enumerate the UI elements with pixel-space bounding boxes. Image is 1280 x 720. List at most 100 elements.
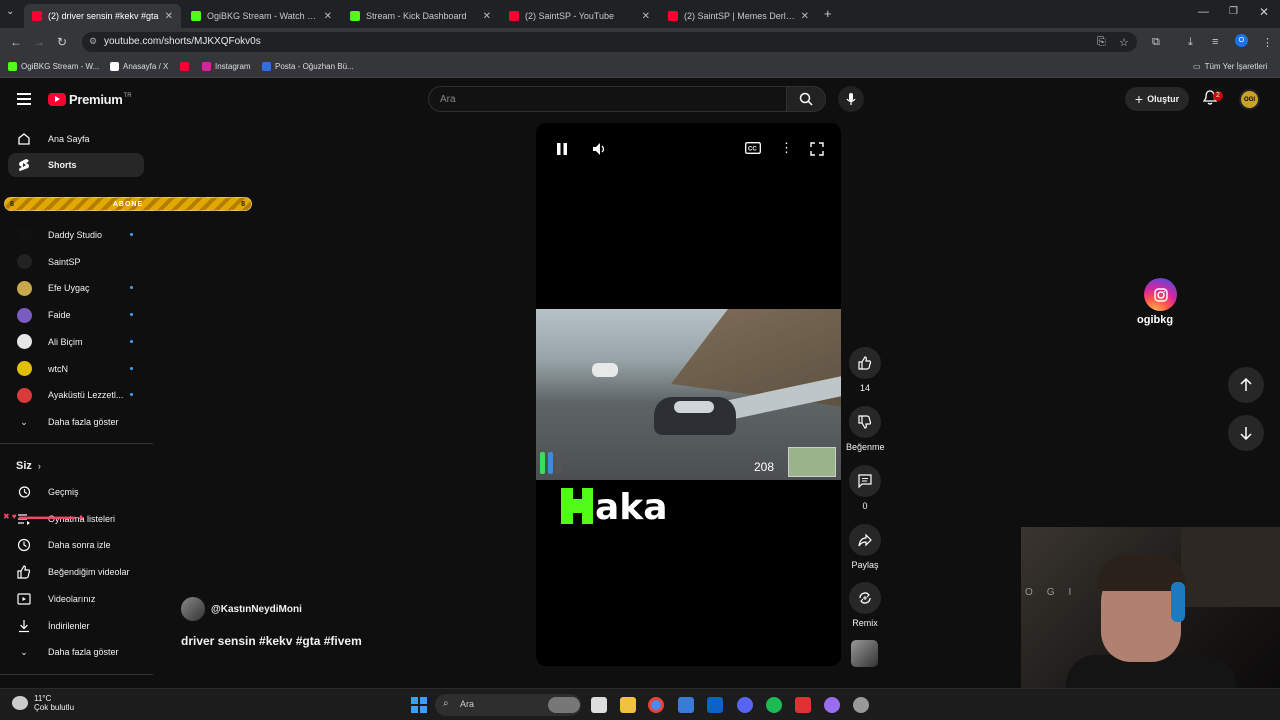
minimize-icon[interactable]: —: [1198, 6, 1209, 18]
sidebar-item-shorts[interactable]: Shorts: [8, 153, 144, 177]
sidebar-item-you[interactable]: Videolarınız: [8, 587, 144, 611]
search-highlight-icon[interactable]: [548, 697, 580, 713]
you-section-header[interactable]: Siz ›: [16, 460, 41, 472]
close-tab-icon[interactable]: ✕: [165, 11, 173, 22]
profile-icon[interactable]: O: [1235, 34, 1248, 47]
restore-icon[interactable]: ❐: [1229, 6, 1238, 17]
bookmark-star-icon[interactable]: ☆: [1119, 36, 1129, 49]
sidebar-subscription[interactable]: Ali Biçim: [8, 330, 144, 354]
reload-icon[interactable]: ↻: [57, 35, 67, 49]
bookmark-item[interactable]: [180, 62, 193, 71]
windows-start-icon[interactable]: [411, 697, 427, 713]
extensions-icon[interactable]: ⧉: [1152, 36, 1160, 49]
sidebar-item-you[interactable]: Beğendiğim videolar: [8, 560, 144, 584]
more-options-icon[interactable]: ⋮: [780, 140, 793, 156]
channel-avatar[interactable]: [181, 597, 205, 621]
browser-tab[interactable]: OgiBKG Stream - Watch Live on ✕: [183, 4, 340, 28]
sidebar-subscription[interactable]: Faide: [8, 303, 144, 327]
search-input[interactable]: Ara: [428, 86, 786, 112]
like-button[interactable]: 14: [846, 347, 884, 393]
short-title[interactable]: driver sensin #kekv #gta #fivem: [181, 634, 362, 648]
sidebar-item-you[interactable]: Geçmiş: [8, 480, 144, 504]
bookmark-item[interactable]: Anasayfa / X: [110, 62, 168, 71]
browser-menu-icon[interactable]: ⋮: [1262, 36, 1273, 49]
tab-search-icon[interactable]: ⌄: [6, 6, 14, 17]
browser-tab[interactable]: (2) driver sensin #kekv #gta ✕: [24, 4, 181, 28]
store-icon[interactable]: [678, 697, 694, 713]
kick-logo-icon: [561, 488, 593, 524]
sidebar-item-you[interactable]: İndirilenler: [8, 614, 144, 638]
sidebar-subscription[interactable]: Ayaküstü Lezzetl...: [8, 383, 144, 407]
obs-icon[interactable]: [824, 697, 840, 713]
voice-search-button[interactable]: [838, 86, 864, 112]
sidebar-item-home[interactable]: Ana Sayfa: [8, 127, 144, 151]
sidebar-subscription[interactable]: SaintSP: [8, 250, 144, 274]
spotify-icon[interactable]: [766, 697, 782, 713]
next-short-button[interactable]: [1228, 415, 1264, 451]
search-button[interactable]: [786, 86, 826, 112]
browser-tab[interactable]: Stream - Kick Dashboard ✕: [342, 4, 499, 28]
all-bookmarks[interactable]: ▭ Tüm Yer İşaretleri: [1193, 62, 1267, 71]
back-icon[interactable]: ←: [10, 35, 22, 49]
volume-icon[interactable]: [592, 142, 608, 156]
bookmark-item[interactable]: Instagram: [202, 62, 251, 71]
outlook-icon[interactable]: [707, 697, 723, 713]
site-info-icon[interactable]: ⚙: [89, 36, 97, 47]
previous-short-button[interactable]: [1228, 367, 1264, 403]
hamburger-menu-icon[interactable]: [17, 93, 31, 105]
channel-handle[interactable]: @KastınNeydiMoni: [211, 604, 302, 615]
home-icon: [16, 131, 32, 147]
bookmark-favicon-icon: [262, 62, 271, 71]
channel-avatar: [16, 227, 32, 243]
media-app-icon[interactable]: [795, 697, 811, 713]
forward-icon[interactable]: →: [33, 35, 45, 49]
close-tab-icon[interactable]: ✕: [642, 11, 650, 22]
remix-button[interactable]: Remix: [846, 582, 884, 628]
url-text: youtube.com/shorts/MJKXQFokv0s: [104, 36, 261, 47]
close-tab-icon[interactable]: ✕: [483, 11, 491, 22]
captions-icon[interactable]: CC: [745, 142, 761, 154]
sidebar-show-more-you[interactable]: ⌄ Daha fazla göster: [8, 640, 144, 664]
close-tab-icon[interactable]: ✕: [801, 11, 809, 22]
install-app-icon[interactable]: ⎘: [1097, 36, 1106, 49]
share-button[interactable]: Paylaş: [846, 524, 884, 570]
comment-icon: [849, 465, 881, 497]
audio-thumbnail[interactable]: [851, 640, 878, 667]
bookmark-item[interactable]: OgiBKG Stream - W...: [8, 62, 99, 71]
bookmark-favicon-icon: [110, 62, 119, 71]
file-explorer-icon[interactable]: [620, 697, 636, 713]
settings-icon[interactable]: [853, 697, 869, 713]
comments-button[interactable]: 0: [846, 465, 884, 511]
instagram-handle: ogibkg: [1137, 314, 1174, 326]
sidebar-item-label: İndirilenler: [48, 620, 90, 631]
chrome-icon[interactable]: [648, 697, 664, 713]
weather-widget[interactable]: 11°C Çok bulutlu: [12, 694, 74, 712]
media-control-icon[interactable]: ≡: [1212, 36, 1218, 48]
account-avatar[interactable]: OGI: [1239, 89, 1260, 110]
channel-avatar: [16, 254, 32, 270]
new-tab-button[interactable]: +: [824, 6, 832, 21]
browser-tab[interactable]: (2) SaintSP | Memes Derleme # ✕: [660, 4, 817, 28]
task-view-icon[interactable]: [591, 697, 607, 713]
youtube-premium-logo[interactable]: Premium TR: [48, 92, 132, 107]
shorts-player[interactable]: CC ⋮ 208 aka: [536, 123, 841, 666]
dislike-button[interactable]: Beğenme: [846, 406, 885, 452]
sidebar-item-you[interactable]: Daha sonra izle: [8, 533, 144, 557]
pause-icon[interactable]: [556, 142, 568, 156]
sidebar-subscription[interactable]: wtcN: [8, 357, 144, 381]
sidebar-subscription[interactable]: Daddy Studio: [8, 223, 144, 247]
url-bar[interactable]: ⚙ youtube.com/shorts/MJKXQFokv0s: [82, 32, 1137, 52]
sidebar-show-more-subscriptions[interactable]: ⌄ Daha fazla göster: [8, 410, 144, 434]
fullscreen-icon[interactable]: [810, 142, 824, 156]
discord-icon[interactable]: [737, 697, 753, 713]
subscribe-banner[interactable]: 8 ABONE 8: [4, 197, 252, 211]
sidebar-subscription[interactable]: Efe Uygaç: [8, 276, 144, 300]
create-button[interactable]: + Oluştur: [1125, 87, 1189, 111]
browser-tab[interactable]: (2) SaintSP - YouTube ✕: [501, 4, 658, 28]
short-channel[interactable]: @KastınNeydiMoni: [181, 597, 302, 621]
downloads-icon[interactable]: ⤓: [1188, 36, 1193, 49]
close-tab-icon[interactable]: ✕: [324, 11, 332, 22]
tab-favicon-icon: [350, 11, 360, 21]
bookmark-item[interactable]: Posta - Oğuzhan Bü...: [262, 62, 354, 71]
close-window-icon[interactable]: ✕: [1259, 5, 1269, 19]
